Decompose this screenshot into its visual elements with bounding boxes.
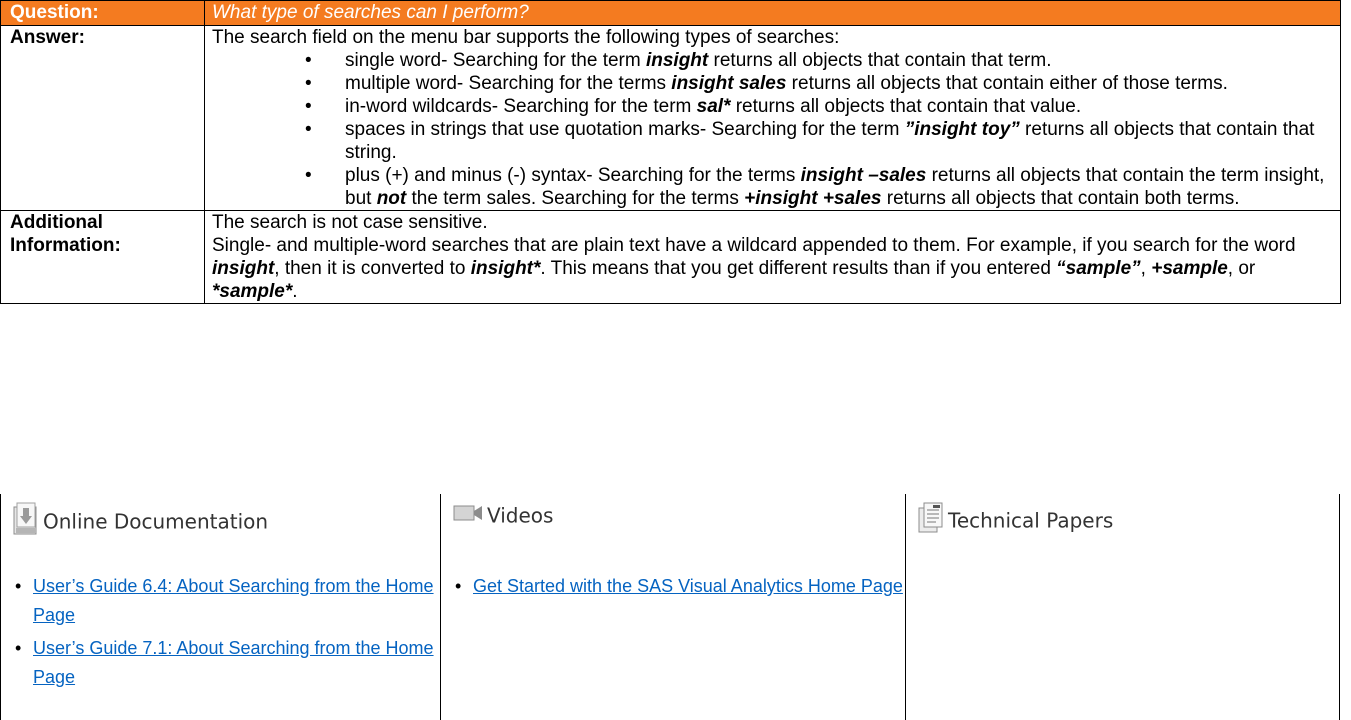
question-text: What type of searches can I perform? (204, 0, 1341, 26)
link-item: User’s Guide 6.4: About Searching from t… (13, 572, 440, 630)
additional-label: Additional Information: (0, 210, 205, 304)
question-row: Question: What type of searches can I pe… (0, 0, 1341, 26)
users-guide-64-link[interactable]: User’s Guide 6.4: About Searching from t… (33, 576, 434, 625)
search-type-item: in-word wildcards- Searching for the ter… (212, 95, 1333, 118)
search-types-list: single word- Searching for the term insi… (212, 49, 1333, 210)
get-started-video-link[interactable]: Get Started with the SAS Visual Analytic… (473, 576, 903, 596)
videos-column: Videos Get Started with the SAS Visual A… (440, 494, 905, 720)
link-item: User’s Guide 7.1: About Searching from t… (13, 634, 440, 692)
search-type-item: single word- Searching for the term insi… (212, 49, 1333, 72)
additional-content: The search is not case sensitive. Single… (204, 210, 1341, 304)
answer-content: The search field on the menu bar support… (204, 25, 1341, 211)
additional-row: Additional Information: The search is not… (0, 210, 1341, 304)
papers-icon (918, 502, 944, 539)
online-docs-links: User’s Guide 6.4: About Searching from t… (13, 572, 440, 696)
search-type-item: multiple word- Searching for the terms i… (212, 72, 1333, 95)
answer-row: Answer: The search field on the menu bar… (0, 25, 1341, 211)
answer-label: Answer: (0, 25, 205, 211)
search-type-item: plus (+) and minus (-) syntax- Searching… (212, 164, 1333, 210)
video-camera-icon (453, 503, 483, 528)
answer-intro: The search field on the menu bar support… (212, 27, 840, 48)
videos-title: Videos (487, 503, 554, 528)
technical-papers-column: Technical Papers (905, 494, 1340, 720)
faq-table: Question: What type of searches can I pe… (0, 0, 1341, 304)
online-docs-title: Online Documentation (43, 509, 269, 534)
search-type-item: spaces in strings that use quotation mar… (212, 118, 1333, 164)
additional-paragraph: Single- and multiple-word searches that … (212, 235, 1296, 302)
question-label: Question: (0, 0, 205, 26)
videos-links: Get Started with the SAS Visual Analytic… (453, 572, 903, 605)
document-icon (13, 502, 39, 541)
technical-papers-title: Technical Papers (948, 508, 1114, 533)
online-docs-column: Online Documentation User’s Guide 6.4: A… (0, 494, 440, 720)
technical-papers-header: Technical Papers (918, 502, 1113, 539)
link-item: Get Started with the SAS Visual Analytic… (453, 572, 903, 601)
videos-header: Videos (453, 502, 553, 528)
online-docs-header: Online Documentation (13, 502, 268, 541)
users-guide-71-link[interactable]: User’s Guide 7.1: About Searching from t… (33, 638, 434, 687)
additional-line: The search is not case sensitive. (212, 212, 488, 233)
resources-section: Online Documentation User’s Guide 6.4: A… (0, 494, 1340, 720)
